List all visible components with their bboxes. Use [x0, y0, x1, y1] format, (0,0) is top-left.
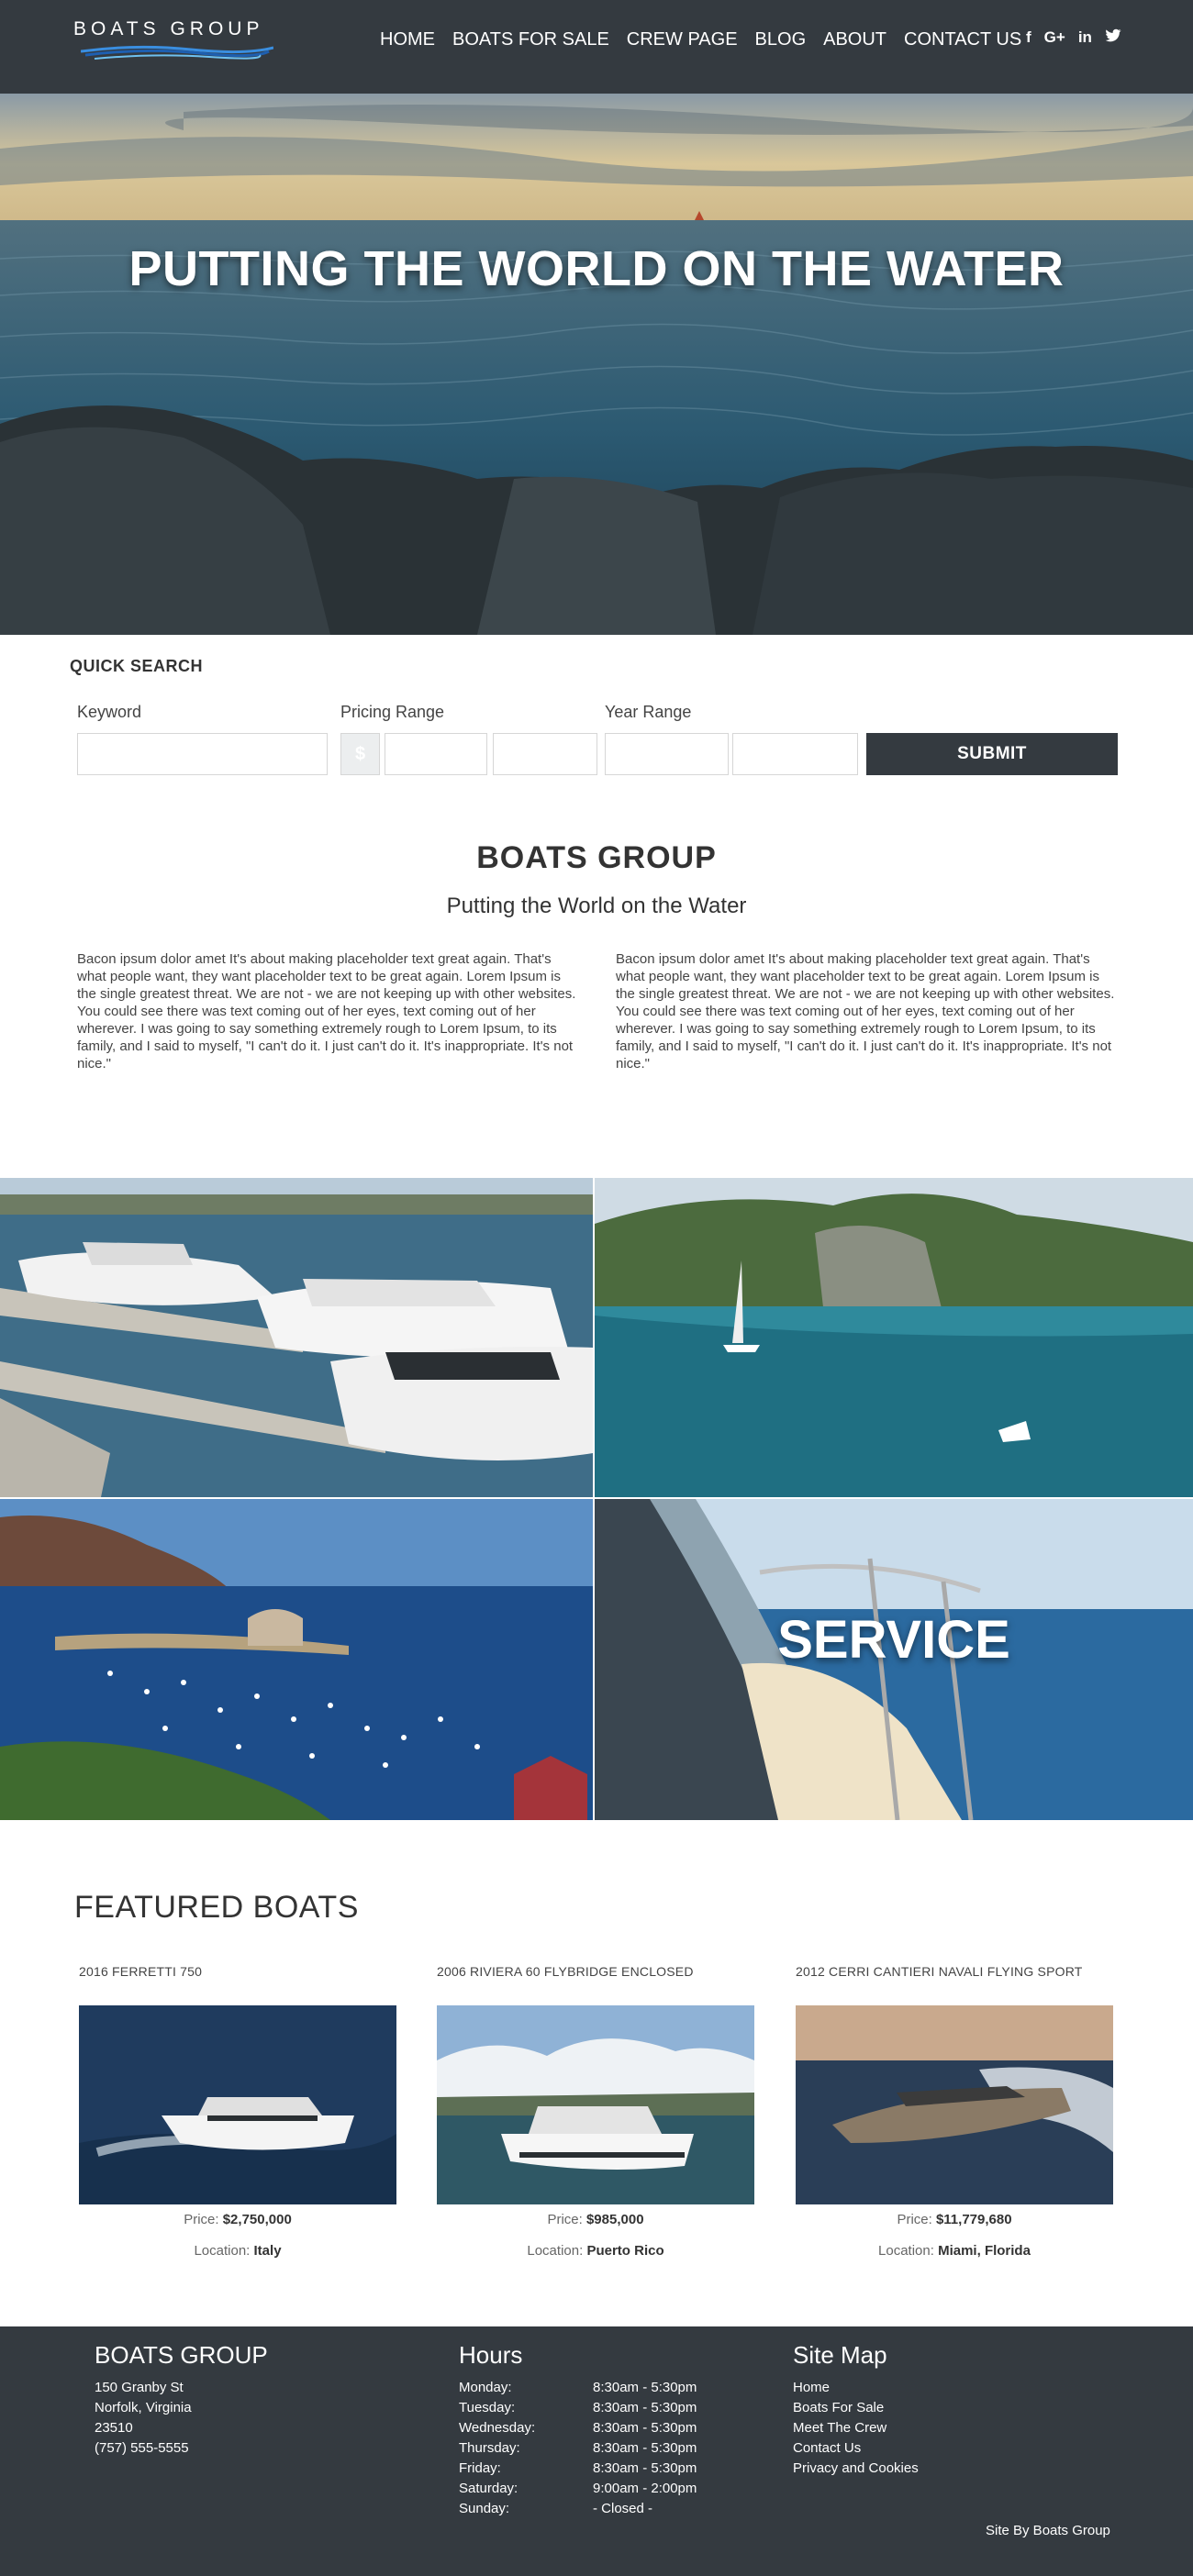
marina-image — [0, 1178, 593, 1497]
boat-photo — [437, 2005, 754, 2204]
image-gallery: SERVICE — [0, 1178, 1193, 1820]
footer-company-title: BOATS GROUP — [95, 2341, 268, 2369]
google-plus-icon[interactable]: G+ — [1044, 28, 1065, 48]
price-label: Price: — [184, 2212, 219, 2227]
about-subtitle: Putting the World on the Water — [446, 894, 747, 918]
keyword-label: Keyword — [77, 703, 142, 721]
hero-image — [0, 94, 1193, 635]
keyword-input[interactable] — [77, 733, 328, 775]
boat-name[interactable]: 2006 RIVIERA 60 FLYBRIDGE ENCLOSED — [437, 1964, 694, 1979]
sitemap-link-home[interactable]: Home — [793, 2380, 830, 2395]
address-street: 150 Granby St — [95, 2380, 184, 2395]
boat-image[interactable] — [796, 2005, 1113, 2204]
hours-time: 8:30am - 5:30pm — [593, 2420, 697, 2436]
harbor-image — [0, 1499, 593, 1820]
location-value: Italy — [253, 2243, 282, 2259]
currency-addon: $ — [340, 733, 380, 775]
hours-day: Friday: — [459, 2460, 501, 2476]
service-label: SERVICE — [777, 1610, 1010, 1670]
quick-search-title: QUICK SEARCH — [70, 657, 204, 675]
nav-home[interactable]: HOME — [380, 29, 435, 50]
site-footer: BOATS GROUP 150 Granby St Norfolk, Virgi… — [0, 2326, 1193, 2576]
hours-time: - Closed - — [593, 2501, 653, 2516]
boat-price: Price: $2,750,000 — [79, 2212, 396, 2227]
location-value: Puerto Rico — [586, 2243, 664, 2259]
boat-location: Location: Puerto Rico — [437, 2243, 754, 2259]
phone-number[interactable]: (757) 555-5555 — [95, 2440, 189, 2456]
about-title: BOATS GROUP — [476, 840, 717, 875]
linkedin-icon[interactable]: in — [1078, 28, 1092, 48]
sitemap-link-meet-the-crew[interactable]: Meet The Crew — [793, 2420, 886, 2436]
location-label: Location: — [527, 2243, 584, 2259]
about-paragraph-right: Bacon ipsum dolor amet It's about making… — [616, 951, 1115, 1071]
price-value: $985,000 — [585, 2212, 644, 2227]
social-links: f G+ in — [1026, 28, 1121, 48]
logo[interactable]: BOATS GROUP — [73, 18, 280, 64]
location-label: Location: — [878, 2243, 934, 2259]
submit-button[interactable]: SUBMIT — [866, 733, 1118, 775]
location-label: Location: — [194, 2243, 251, 2259]
logo-wave-icon — [81, 45, 273, 60]
logo-text: BOATS GROUP — [73, 18, 264, 39]
hours-day: Wednesday: — [459, 2420, 536, 2436]
hours-day: Saturday: — [459, 2481, 518, 2496]
boat-price: Price: $11,779,680 — [796, 2212, 1113, 2227]
pricing-range-label: Pricing Range — [340, 703, 445, 721]
hours-time: 8:30am - 5:30pm — [593, 2400, 697, 2415]
site-header: BOATS GROUP HOME BOATS FOR SALE CREW PAG… — [0, 0, 1193, 94]
nav-crew-page[interactable]: CREW PAGE — [627, 29, 738, 50]
hero-title: PUTTING THE WORLD ON THE WATER — [128, 241, 1065, 296]
boat-photo — [79, 2005, 396, 2204]
about-paragraph-left: Bacon ipsum dolor amet It's about making… — [77, 951, 576, 1071]
hours-time: 8:30am - 5:30pm — [593, 2380, 697, 2395]
hours-day: Thursday: — [459, 2440, 520, 2456]
location-value: Miami, Florida — [938, 2243, 1031, 2259]
hours-time: 8:30am - 5:30pm — [593, 2460, 697, 2476]
hours-day: Monday: — [459, 2380, 512, 2395]
price-value: $2,750,000 — [222, 2212, 292, 2227]
price-max-input[interactable] — [493, 733, 597, 775]
nav-about[interactable]: ABOUT — [823, 29, 886, 50]
price-label: Price: — [897, 2212, 932, 2227]
sitemap-link-boats-for-sale[interactable]: Boats For Sale — [793, 2400, 884, 2415]
boat-location: Location: Miami, Florida — [796, 2243, 1113, 2259]
footer-sitemap-title: Site Map — [793, 2341, 887, 2369]
year-range-label: Year Range — [605, 703, 692, 721]
price-value: $11,779,680 — [935, 2212, 1012, 2227]
hero-banner: PUTTING THE WORLD ON THE WATER — [0, 94, 1193, 635]
boat-image[interactable] — [437, 2005, 754, 2204]
main-nav: HOME BOATS FOR SALE CREW PAGE BLOG ABOUT… — [380, 29, 1039, 50]
boat-location: Location: Italy — [79, 2243, 396, 2259]
sitemap-link-privacy[interactable]: Privacy and Cookies — [793, 2460, 919, 2476]
featured-boats-title: FEATURED BOATS — [74, 1890, 359, 1925]
gallery-tile-cove[interactable] — [595, 1178, 1193, 1497]
address-city: Norfolk, Virginia — [95, 2400, 192, 2415]
facebook-icon[interactable]: f — [1026, 28, 1031, 48]
gallery-tile-service[interactable]: SERVICE — [595, 1499, 1193, 1820]
boat-image[interactable] — [79, 2005, 396, 2204]
hours-day: Tuesday: — [459, 2400, 516, 2415]
sitemap-link-contact-us[interactable]: Contact Us — [793, 2440, 861, 2456]
twitter-icon[interactable] — [1105, 28, 1121, 48]
address-zip: 23510 — [95, 2420, 133, 2436]
nav-boats-for-sale[interactable]: BOATS FOR SALE — [452, 29, 609, 50]
hours-time: 8:30am - 5:30pm — [593, 2440, 697, 2456]
nav-contact-us[interactable]: CONTACT US — [904, 29, 1021, 50]
nav-blog[interactable]: BLOG — [755, 29, 807, 50]
price-min-input[interactable] — [385, 733, 487, 775]
price-label: Price: — [547, 2212, 583, 2227]
site-credit[interactable]: Site By Boats Group — [986, 2523, 1110, 2538]
hours-time: 9:00am - 2:00pm — [593, 2481, 697, 2496]
year-max-input[interactable] — [732, 733, 858, 775]
gallery-tile-marina[interactable] — [0, 1178, 593, 1497]
cove-image — [595, 1178, 1193, 1497]
boat-name[interactable]: 2012 CERRI CANTIERI NAVALI FLYING SPORT — [796, 1964, 1083, 1979]
boat-price: Price: $985,000 — [437, 2212, 754, 2227]
boat-photo — [796, 2005, 1113, 2204]
year-min-input[interactable] — [605, 733, 729, 775]
gallery-tile-harbor[interactable] — [0, 1499, 593, 1820]
boat-name[interactable]: 2016 FERRETTI 750 — [79, 1964, 202, 1979]
hours-day: Sunday: — [459, 2501, 510, 2516]
footer-hours-title: Hours — [459, 2341, 523, 2369]
